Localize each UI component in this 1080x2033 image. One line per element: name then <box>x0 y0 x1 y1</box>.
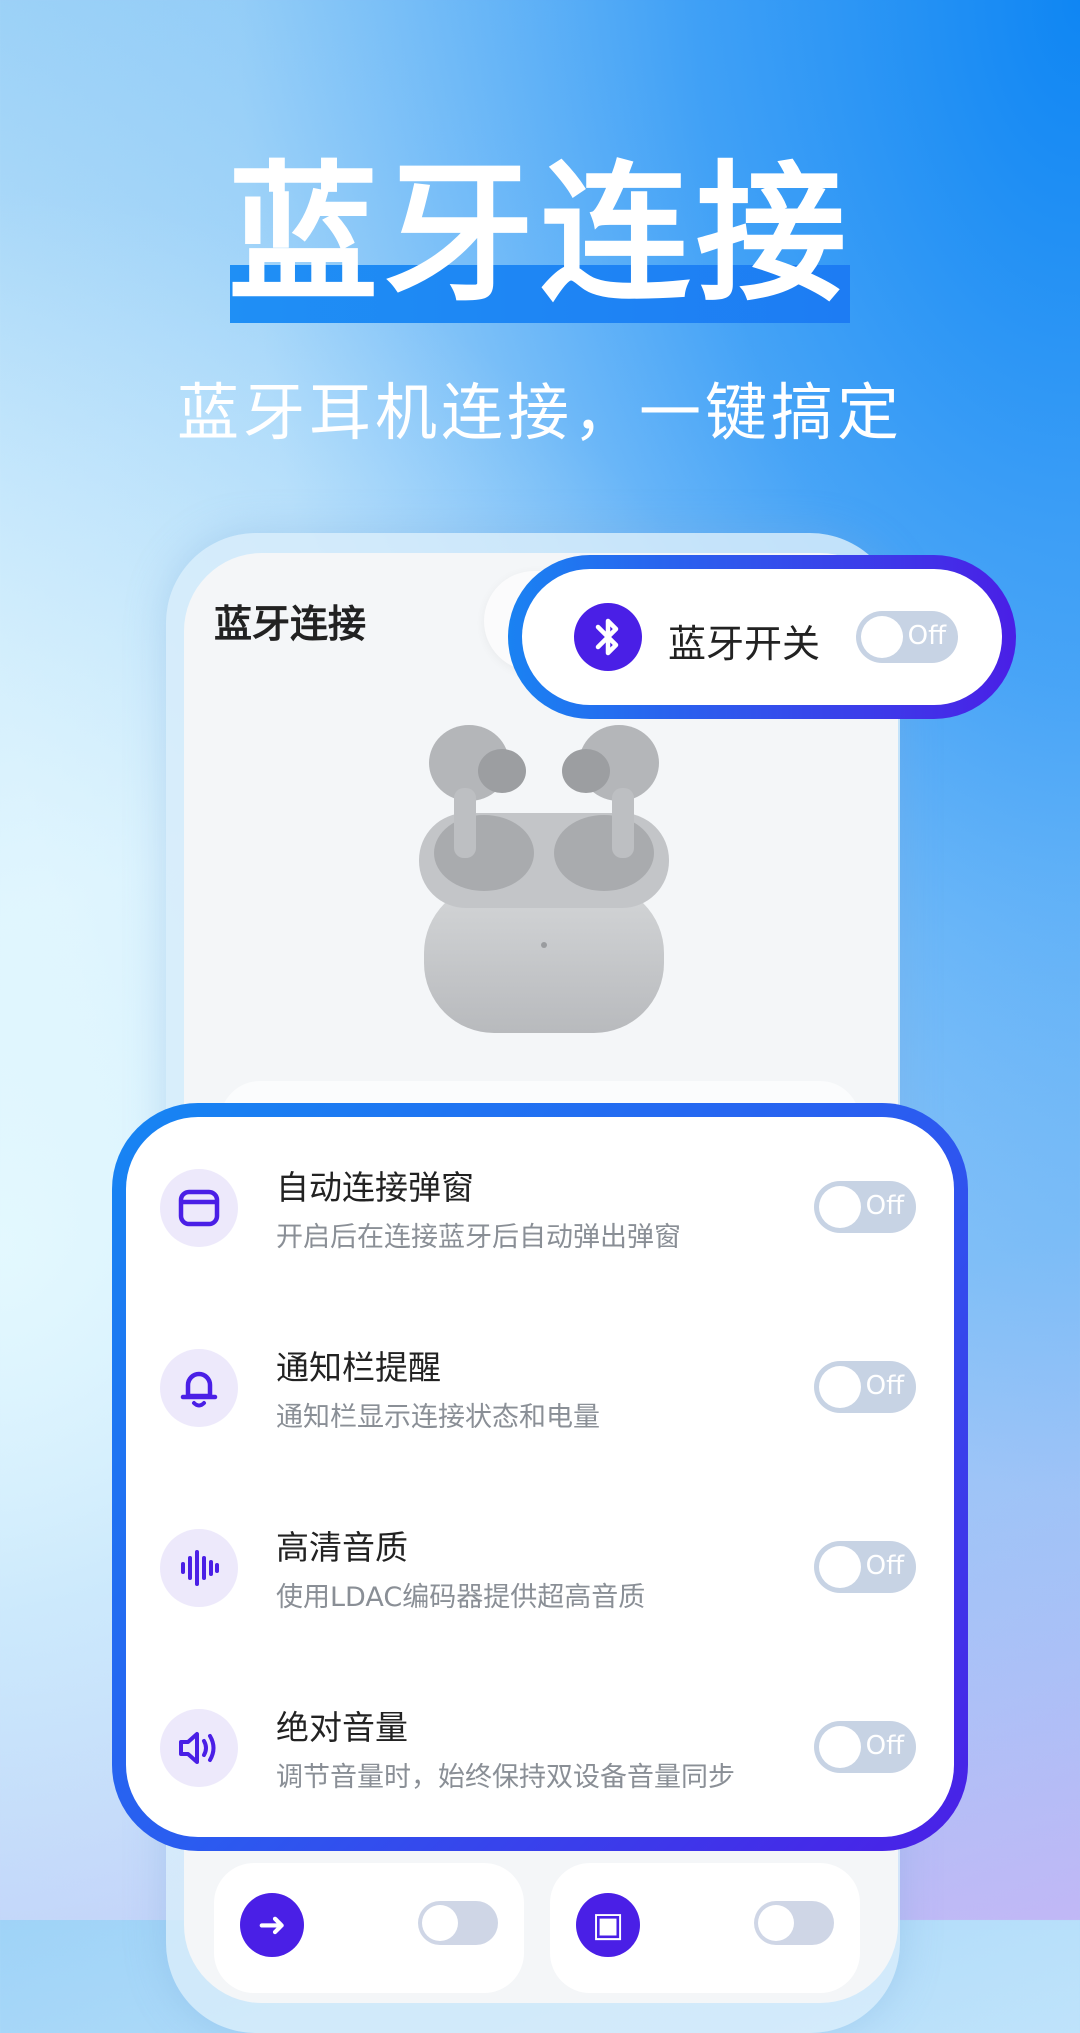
speaker-volume-icon <box>160 1709 238 1787</box>
bluetooth-icon <box>574 603 642 671</box>
setting-description: 通知栏显示连接状态和电量 <box>276 1402 600 1433</box>
setting-row-notification[interactable]: 通知栏提醒 通知栏显示连接状态和电量 Off <box>126 1348 954 1499</box>
arrow-icon: ➜ <box>240 1893 304 1957</box>
auto-popup-toggle[interactable]: Off <box>814 1181 916 1233</box>
bottom-card-left[interactable]: ➜ <box>214 1863 524 1993</box>
bottom-card-right-toggle[interactable] <box>754 1901 834 1945</box>
bluetooth-switch-card: 蓝牙开关 Off <box>508 555 1016 719</box>
bluetooth-switch-card-inner: 蓝牙开关 Off <box>522 569 1002 705</box>
hero-title-block: 蓝牙连接 <box>0 150 1080 330</box>
setting-description: 调节音量时，始终保持双设备音量同步 <box>276 1762 735 1793</box>
setting-row-hd-audio[interactable]: 高清音质 使用LDAC编码器提供超高音质 Off <box>126 1528 954 1679</box>
hero-title: 蓝牙连接 <box>227 148 852 322</box>
setting-title: 高清音质 <box>276 1528 408 1567</box>
bluetooth-toggle[interactable]: Off <box>856 611 958 663</box>
bottom-card-right[interactable]: ▣ <box>550 1863 860 1993</box>
toggle-state-label: Off <box>865 1731 904 1761</box>
toggle-knob <box>861 616 903 658</box>
setting-title: 绝对音量 <box>276 1708 408 1747</box>
setting-title: 通知栏提醒 <box>276 1348 441 1387</box>
toggle-state-label: Off <box>865 1191 904 1221</box>
hero-subtitle: 蓝牙耳机连接，一键搞定 <box>176 376 903 449</box>
toggle-state-label: Off <box>865 1371 904 1401</box>
toggle-state-label: Off <box>865 1551 904 1581</box>
toggle-knob <box>819 1366 861 1408</box>
toggle-knob <box>819 1726 861 1768</box>
setting-description: 使用LDAC编码器提供超高音质 <box>276 1582 646 1613</box>
absolute-volume-toggle[interactable]: Off <box>814 1721 916 1773</box>
sound-wave-icon <box>160 1529 238 1607</box>
notification-toggle[interactable]: Off <box>814 1361 916 1413</box>
setting-title: 自动连接弹窗 <box>276 1168 474 1207</box>
app-title: 蓝牙连接 <box>214 602 367 646</box>
device-icon: ▣ <box>576 1893 640 1957</box>
setting-row-auto-popup[interactable]: 自动连接弹窗 开启后在连接蓝牙后自动弹出弹窗 Off <box>126 1168 954 1319</box>
setting-description: 开启后在连接蓝牙后自动弹出弹窗 <box>276 1222 681 1253</box>
popup-window-icon <box>160 1169 238 1247</box>
hd-audio-toggle[interactable]: Off <box>814 1541 916 1593</box>
settings-card: 自动连接弹窗 开启后在连接蓝牙后自动弹出弹窗 Off 通知栏提醒 通知栏显示连接… <box>112 1103 968 1851</box>
toggle-state-label: Off <box>907 621 946 651</box>
settings-card-inner: 自动连接弹窗 开启后在连接蓝牙后自动弹出弹窗 Off 通知栏提醒 通知栏显示连接… <box>126 1117 954 1837</box>
bell-icon <box>160 1349 238 1427</box>
earbuds-image <box>419 725 669 1033</box>
bluetooth-switch-label: 蓝牙开关 <box>668 622 821 666</box>
setting-row-absolute-volume[interactable]: 绝对音量 调节音量时，始终保持双设备音量同步 Off <box>126 1708 954 1859</box>
toggle-knob <box>819 1186 861 1228</box>
toggle-knob <box>819 1546 861 1588</box>
bottom-card-left-toggle[interactable] <box>418 1901 498 1945</box>
